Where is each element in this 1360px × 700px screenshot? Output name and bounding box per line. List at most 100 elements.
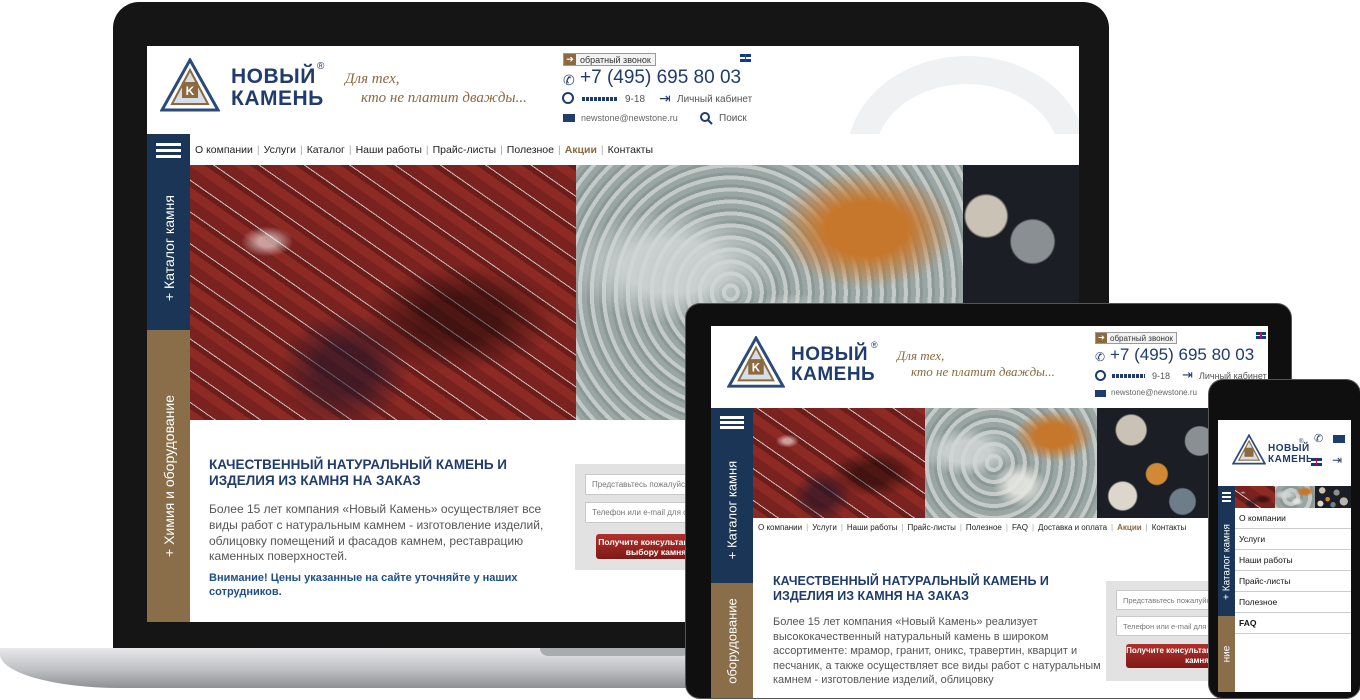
login-icon[interactable]: ⇥ (1332, 453, 1342, 467)
tablet-screen: K НОВЫЙ КАМЕНЬ ® Для тех, кто не платит … (711, 326, 1268, 698)
contact-input[interactable]: Телефон или e-mail для связи (585, 502, 695, 523)
intro-text: Более 15 лет компания «Новый Камень» осу… (209, 502, 544, 564)
arrow-right-icon: ➔ (1096, 333, 1107, 343)
nav-separator: | (425, 143, 429, 156)
mobile-menu-item[interactable]: О компании (1235, 508, 1351, 529)
clock-icon (562, 92, 574, 104)
registered-mark: ® (1299, 439, 1304, 445)
hours-bar (582, 97, 618, 101)
phone-screen: НОВЫЙ КАМЕНЬ ® ✆ ⇥ + Каталог камня ние О… (1218, 420, 1351, 692)
mail-icon (1095, 390, 1106, 397)
slogan-line1: Для тех, (897, 348, 945, 363)
mobile-menu-item[interactable]: Полезное (1235, 592, 1351, 613)
mobile-menu-item[interactable]: Наши работы (1235, 550, 1351, 571)
chemistry-tab[interactable]: + Химия и оборудование (147, 330, 190, 622)
english-flag-icon[interactable] (1311, 458, 1322, 466)
slogan-line1: Для тех, (345, 71, 400, 87)
svg-text:K: K (752, 363, 761, 375)
nav-separator: | (557, 143, 561, 156)
laptop-notch (540, 648, 690, 656)
tablet-nav-item[interactable]: Полезное (966, 523, 1002, 532)
menu-burger-button[interactable] (1218, 486, 1235, 508)
email-link[interactable]: newstone@newstone.ru (1111, 388, 1197, 397)
callback-button[interactable]: ➔ обратный звонок (1095, 332, 1177, 344)
catalog-tab-label: + Каталог камня (724, 460, 740, 559)
nav-separator: | (1031, 522, 1035, 532)
mail-icon[interactable] (1333, 435, 1345, 443)
laptop-nav-item[interactable]: Контакты (608, 144, 653, 156)
nav-separator: | (256, 143, 260, 156)
tablet-nav-item[interactable]: Контакты (1152, 523, 1187, 532)
nav-separator: | (959, 522, 962, 532)
logo-emblem-icon[interactable]: K (727, 336, 785, 390)
search-icon[interactable] (700, 112, 713, 125)
catalog-tab[interactable]: + Каталог камня (711, 436, 753, 583)
account-link[interactable]: Личный кабинет (677, 94, 752, 105)
work-hours: 9-18 (1152, 371, 1171, 381)
tablet-nav-item[interactable]: Прайс-листы (907, 523, 955, 532)
logo-emblem-icon[interactable] (1232, 434, 1266, 466)
nav-separator: | (1145, 522, 1148, 532)
phone-icon: ✆ (1095, 350, 1106, 364)
chemistry-tab-label: + Химия и оборудование (160, 395, 177, 557)
laptop-nav-item[interactable]: Каталог (307, 144, 345, 156)
login-icon: ⇥ (1182, 367, 1193, 382)
hours-bar (1112, 374, 1145, 378)
search-link[interactable]: Поиск (719, 113, 747, 124)
english-flag-icon[interactable] (1256, 332, 1266, 339)
english-flag-icon[interactable] (740, 54, 751, 62)
laptop-nav-item[interactable]: Полезное (507, 144, 554, 156)
nav-separator: | (348, 143, 352, 156)
chemistry-tab-label: ние (1221, 645, 1232, 663)
laptop-nav-item[interactable]: Услуги (264, 144, 296, 156)
callback-button[interactable]: ➔ обратный звонок (563, 53, 656, 66)
banner-granite (1315, 486, 1351, 508)
logo-name-line1: НОВЫЙ (1268, 443, 1310, 454)
name-input[interactable]: Представьтесь пожалуйста (585, 474, 695, 495)
slogan-line2: кто не платит дважды... (361, 90, 527, 106)
laptop-nav-item[interactable]: Прайс-листы (433, 144, 496, 156)
menu-burger-button[interactable] (147, 134, 190, 165)
email-link[interactable]: newstone@newstone.ru (581, 113, 678, 123)
chemistry-tab[interactable]: оборудование (711, 583, 753, 698)
laptop-nav: О компании | Услуги | Каталог | Наши работы | Пр… (190, 134, 1079, 165)
mobile-menu-item[interactable]: FAQ (1235, 613, 1351, 634)
main-heading: КАЧЕСТВЕННЫЙ НАТУРАЛЬНЫЙ КАМЕНЬ И ИЗДЕЛИ… (773, 574, 1049, 604)
slogan-line2: кто не платит дважды... (911, 364, 1055, 379)
tablet-nav-item[interactable]: FAQ (1012, 523, 1028, 532)
catalog-tab[interactable]: + Каталог камня (147, 165, 190, 330)
laptop-nav-item[interactable]: Акции (565, 144, 597, 156)
tablet-nav-item[interactable]: Услуги (812, 523, 837, 532)
chemistry-tab[interactable]: ние (1218, 616, 1235, 692)
laptop-nav-item[interactable]: Наши работы (356, 144, 422, 156)
phone-icon: ✆ (563, 72, 575, 88)
logo-emblem-icon[interactable]: K (160, 58, 220, 114)
nav-separator: | (600, 143, 604, 156)
menu-burger-button[interactable] (711, 408, 753, 436)
mobile-menu-item[interactable]: Прайс-листы (1235, 571, 1351, 592)
tablet-header: K НОВЫЙ КАМЕНЬ ® Для тех, кто не платит … (711, 326, 1268, 408)
nav-separator: | (806, 522, 809, 532)
callback-label: обратный звонок (580, 54, 651, 65)
phone-icon[interactable]: ✆ (1314, 432, 1323, 445)
tablet-nav-item[interactable]: Акции (1117, 523, 1142, 532)
catalog-tab[interactable]: + Каталог камня (1218, 508, 1235, 616)
tablet-nav-item[interactable]: О компании (758, 523, 802, 532)
phone-number[interactable]: +7 (495) 695 80 03 (1110, 345, 1254, 365)
nav-separator: | (840, 522, 843, 532)
chemistry-tab-label: оборудование (724, 597, 740, 684)
phone-number[interactable]: +7 (495) 695 80 03 (580, 67, 741, 89)
tablet-nav-item[interactable]: Наши работы (847, 523, 898, 532)
arrow-right-icon: ➔ (564, 54, 576, 65)
registered-mark: ® (317, 61, 325, 72)
consult-form: Представьтесь пожалуйста Телефон или e-m… (575, 464, 716, 570)
laptop-nav-item[interactable]: О компании (195, 144, 253, 156)
nav-separator: | (1111, 522, 1114, 532)
nav-separator: | (901, 522, 904, 532)
main-heading: КАЧЕСТВЕННЫЙ НАТУРАЛЬНЫЙ КАМЕНЬ И ИЗДЕЛИ… (209, 457, 507, 489)
login-icon: ⇥ (659, 90, 671, 106)
tablet-nav-item[interactable]: Доставка и оплата (1038, 523, 1107, 532)
nav-separator: | (500, 143, 503, 156)
price-warning: Внимание! Цены указанные на сайте уточня… (209, 572, 518, 599)
mobile-menu-item[interactable]: Услуги (1235, 529, 1351, 550)
